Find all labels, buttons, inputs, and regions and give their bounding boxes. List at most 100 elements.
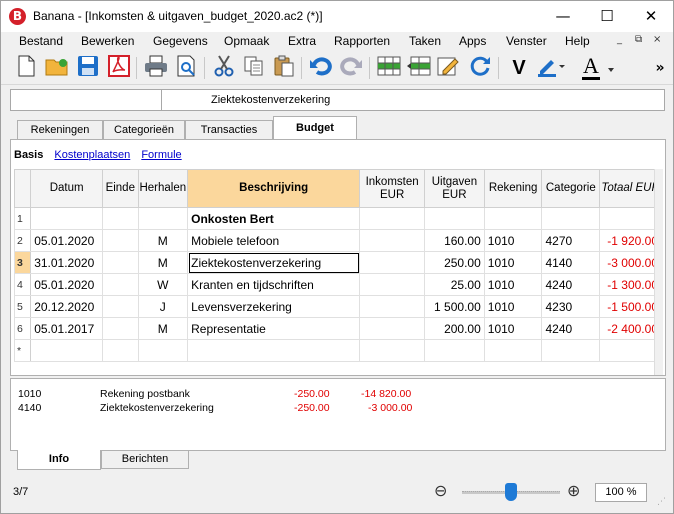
tab-rekeningen[interactable]: Rekeningen [17, 120, 103, 139]
menu-bestand[interactable]: Bestand [19, 34, 63, 48]
menu-apps[interactable]: Apps [459, 34, 486, 48]
cell-beschrijving[interactable]: Representatie [187, 317, 361, 340]
tab-categorieen[interactable]: Categorieën [103, 120, 185, 139]
cell-herhalen[interactable] [137, 339, 189, 362]
table-row[interactable]: 6 05.01.2017 M Representatie 200.00 1010… [13, 317, 662, 340]
column-header-totaal[interactable]: Totaal EUR [599, 169, 662, 208]
cell-beschrijving[interactable] [187, 339, 361, 362]
menu-extra[interactable]: Extra [288, 34, 316, 48]
cell-einde[interactable] [102, 229, 139, 252]
cell-uitgaven[interactable]: 200.00 [424, 317, 485, 340]
cell-uitgaven[interactable] [424, 207, 485, 230]
cell-herhalen[interactable]: M [137, 229, 189, 252]
cell-beschrijving[interactable]: Mobiele telefoon [187, 229, 361, 252]
pdf-icon[interactable] [106, 55, 132, 81]
view-basis[interactable]: Basis [14, 149, 43, 161]
cell-uitgaven[interactable]: 250.00 [424, 251, 485, 274]
cell-categorie[interactable] [541, 339, 601, 362]
table-row[interactable]: 5 20.12.2020 J Levensverzekering 1 500.0… [13, 295, 662, 318]
column-header-herhalen[interactable]: Herhalen [137, 169, 189, 208]
cell-rekening[interactable]: 1010 [483, 317, 543, 340]
recheck-icon[interactable] [467, 55, 493, 81]
zoom-slider-thumb[interactable] [505, 483, 517, 501]
menu-rapporten[interactable]: Rapporten [334, 34, 390, 48]
cell-datum[interactable]: 20.12.2020 [30, 295, 104, 318]
cell-beschrijving-selected[interactable]: Ziektekostenverzekering [187, 251, 361, 274]
highlight-icon[interactable] [537, 55, 565, 81]
menu-venster[interactable]: Venster [506, 34, 547, 48]
cell-herhalen[interactable]: W [137, 273, 189, 296]
tab-info[interactable]: Info [17, 450, 101, 470]
zoom-out-icon[interactable]: ⊖ [434, 481, 447, 500]
cell-rekening[interactable]: 1010 [483, 295, 543, 318]
mdi-restore-button[interactable]: ⧉ [635, 34, 642, 45]
row-number[interactable]: 1 [13, 207, 32, 230]
minimize-button[interactable]: — [541, 1, 585, 32]
cell-uitgaven[interactable]: 160.00 [424, 229, 485, 252]
bold-icon[interactable]: V [506, 55, 532, 81]
add-row-icon[interactable] [376, 55, 402, 81]
row-number[interactable]: 3 [13, 251, 32, 274]
print-icon[interactable] [143, 55, 169, 81]
cell-beschrijving[interactable]: Levensverzekering [187, 295, 361, 318]
cell-inkomsten[interactable] [359, 229, 426, 252]
cell-datum[interactable]: 05.01.2017 [30, 317, 104, 340]
tab-transacties[interactable]: Transacties [185, 120, 273, 139]
save-icon[interactable] [75, 55, 101, 81]
table-row[interactable]: 4 05.01.2020 W Kranten en tijdschriften … [13, 273, 662, 296]
table-row[interactable]: 1 Onkosten Bert [13, 207, 662, 230]
table-row[interactable]: 2 05.01.2020 M Mobiele telefoon 160.00 1… [13, 229, 662, 252]
paste-icon[interactable] [271, 55, 297, 81]
menu-help[interactable]: Help [565, 34, 590, 48]
tab-budget[interactable]: Budget [273, 116, 357, 139]
tab-berichten[interactable]: Berichten [101, 451, 189, 469]
column-header-inkomsten[interactable]: Inkomsten EUR [359, 169, 426, 208]
cell-rekening[interactable] [483, 339, 543, 362]
cell-datum[interactable]: 31.01.2020 [30, 251, 104, 274]
view-formule[interactable]: Formule [141, 149, 181, 161]
cell-rekening[interactable]: 1010 [483, 229, 543, 252]
menu-taken[interactable]: Taken [409, 34, 441, 48]
insert-row-icon[interactable] [406, 55, 432, 81]
cell-einde[interactable] [102, 339, 139, 362]
zoom-in-icon[interactable]: ⊕ [567, 481, 580, 500]
column-header-beschrijving[interactable]: Beschrijving [187, 169, 361, 208]
table-row-new[interactable]: * [13, 339, 662, 362]
cell-uitgaven[interactable] [424, 339, 485, 362]
column-header-categorie[interactable]: Categorie [541, 169, 601, 208]
cell-herhalen[interactable]: J [137, 295, 189, 318]
mdi-minimize-button[interactable]: _ [617, 34, 622, 45]
undo-icon[interactable] [308, 55, 334, 81]
row-number[interactable]: 2 [13, 229, 32, 252]
cell-datum[interactable]: 05.01.2020 [30, 273, 104, 296]
menu-gegevens[interactable]: Gegevens [153, 34, 208, 48]
cell-inkomsten[interactable] [359, 273, 426, 296]
table-row[interactable]: 3 31.01.2020 M Ziektekostenverzekering 2… [13, 251, 662, 274]
maximize-button[interactable]: ☐ [585, 1, 629, 32]
cell-beschrijving[interactable]: Onkosten Bert [187, 207, 361, 230]
more-tools-icon[interactable]: » [647, 55, 673, 81]
row-number[interactable]: 5 [13, 295, 32, 318]
open-folder-icon[interactable] [44, 55, 70, 81]
row-number[interactable]: 6 [13, 317, 32, 340]
cell-einde[interactable] [102, 251, 139, 274]
cell-datum[interactable] [30, 339, 104, 362]
cell-datum[interactable]: 05.01.2020 [30, 229, 104, 252]
cell-categorie[interactable]: 4270 [541, 229, 601, 252]
cell-datum[interactable] [30, 207, 104, 230]
cell-info-bar[interactable]: Ziektekostenverzekering [10, 89, 665, 111]
new-file-icon[interactable] [13, 55, 39, 81]
cell-rekening[interactable]: 1010 [483, 251, 543, 274]
copy-icon[interactable] [241, 55, 267, 81]
cell-einde[interactable] [102, 295, 139, 318]
font-color-dropdown-icon[interactable] [608, 68, 614, 72]
menu-bewerken[interactable]: Bewerken [81, 34, 134, 48]
cell-categorie[interactable] [541, 207, 601, 230]
mdi-close-button[interactable]: × [653, 34, 661, 45]
cut-icon[interactable] [211, 55, 237, 81]
cell-inkomsten[interactable] [359, 207, 426, 230]
column-header-datum[interactable]: Datum [30, 169, 104, 208]
cell-categorie[interactable]: 4240 [541, 317, 601, 340]
cell-rekening[interactable] [483, 207, 543, 230]
column-header-einde[interactable]: Einde [102, 169, 139, 208]
